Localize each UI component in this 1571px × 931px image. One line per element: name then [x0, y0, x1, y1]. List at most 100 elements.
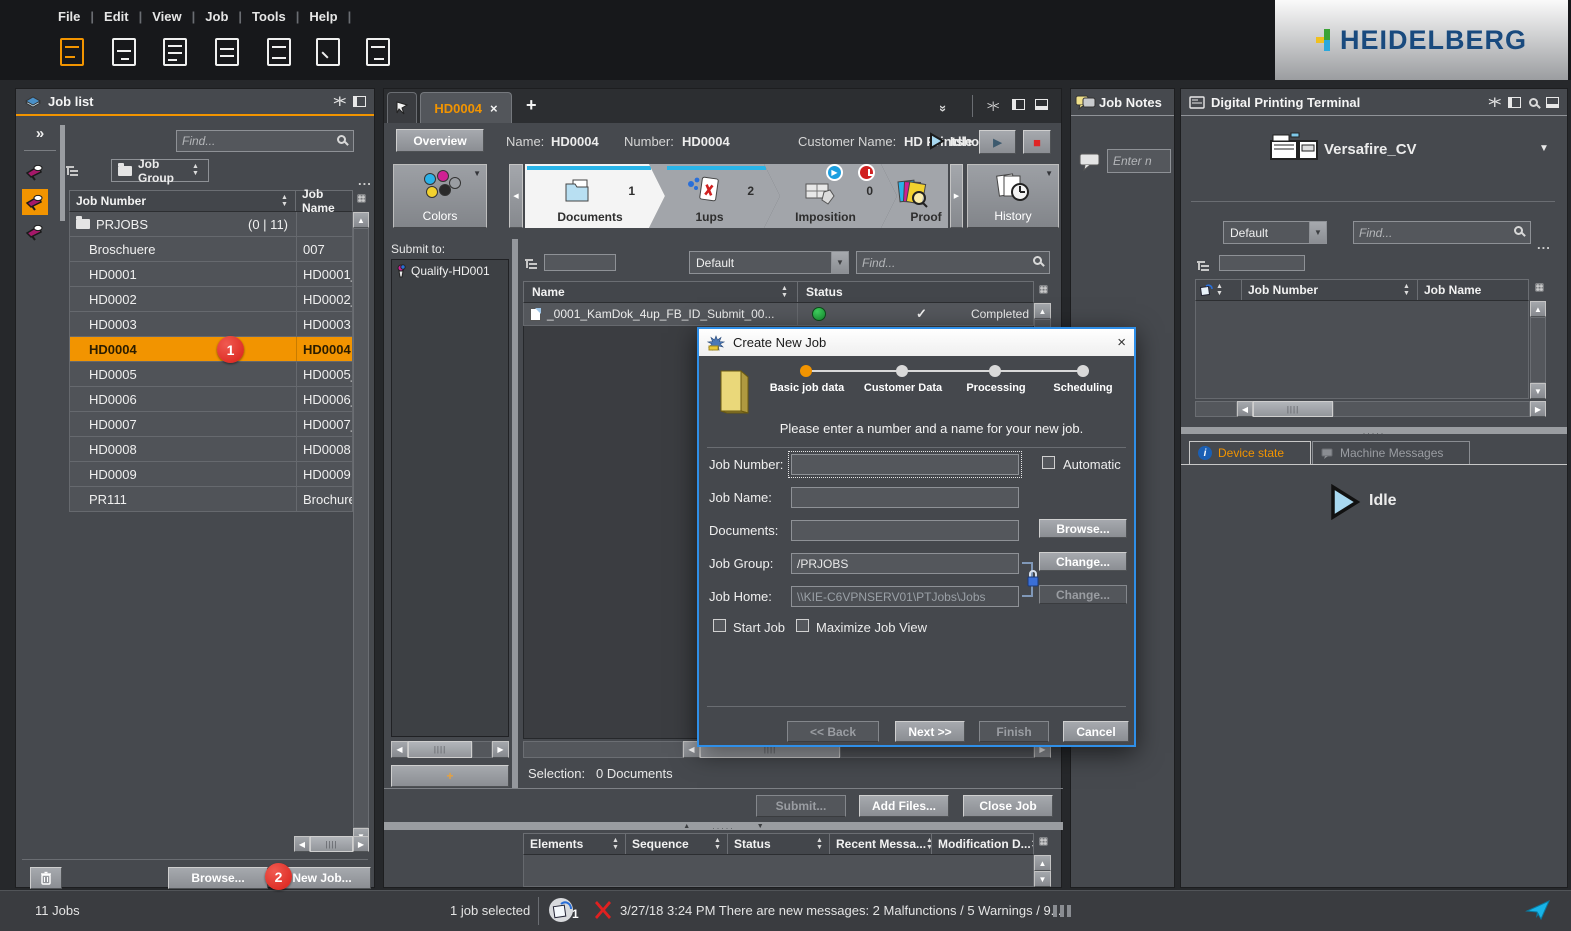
- scrollbar-track[interactable]: [1333, 401, 1530, 417]
- search-icon[interactable]: [1514, 226, 1523, 235]
- document-row[interactable]: _0001_KamDok_4up_FB_ID_Submit_00... Comp…: [523, 303, 1034, 326]
- maximize-job-view-checkbox[interactable]: [796, 619, 809, 632]
- scrollbar-track[interactable]: [523, 741, 683, 758]
- grip-dots[interactable]: [1053, 905, 1071, 917]
- scrollbar-thumb[interactable]: [310, 836, 353, 852]
- add-submit-target-button[interactable]: +: [391, 765, 509, 787]
- scroll-right-button[interactable]: [353, 836, 369, 852]
- expand-strip-icon[interactable]: »: [22, 125, 58, 142]
- scroll-down-button[interactable]: [1034, 871, 1051, 887]
- dialog-titlebar[interactable]: Create New Job ×: [699, 329, 1134, 356]
- stop-job-button[interactable]: ■: [1023, 130, 1051, 154]
- sort-icon[interactable]: [781, 286, 791, 299]
- menu-tools[interactable]: Tools: [242, 9, 296, 24]
- search-icon[interactable]: [337, 135, 346, 144]
- printer-status-icon[interactable]: [548, 897, 574, 926]
- print-tool-icon[interactable]: [112, 38, 136, 66]
- submit-button[interactable]: Submit...: [756, 795, 846, 817]
- column-status[interactable]: Status: [728, 834, 830, 854]
- change-job-home-button[interactable]: Change...: [1039, 585, 1127, 604]
- device-chevron-icon[interactable]: ▼: [1539, 143, 1549, 154]
- step-imposition[interactable]: ▶ 0 Imposition: [764, 164, 897, 228]
- group-by-selector[interactable]: Job Group: [111, 159, 209, 182]
- horizontal-splitter[interactable]: ▲ ..... ▼: [384, 822, 1063, 830]
- float-panel-icon[interactable]: [353, 96, 366, 107]
- tree-view-icon[interactable]: [525, 259, 539, 269]
- view-filter-dropdown[interactable]: Default: [689, 251, 849, 274]
- column-status[interactable]: Status: [798, 285, 1033, 299]
- sort-icon[interactable]: [281, 195, 291, 208]
- settings-tool-icon[interactable]: [163, 38, 187, 66]
- colors-button[interactable]: Colors: [393, 164, 487, 228]
- scrollbar-track[interactable]: [1195, 401, 1237, 417]
- sort-icon[interactable]: [1031, 838, 1033, 851]
- scroll-right-button[interactable]: [1530, 401, 1546, 417]
- scroll-up-button[interactable]: [353, 212, 369, 228]
- column-job-number[interactable]: Job Number: [70, 191, 296, 211]
- collapse-panel-icon[interactable]: [334, 96, 345, 107]
- validate-tool-icon[interactable]: [316, 38, 340, 66]
- next-button[interactable]: Next >>: [895, 721, 965, 742]
- history-button[interactable]: History: [967, 164, 1059, 228]
- tab-hd0004[interactable]: HD0004 ×: [420, 92, 512, 123]
- scroll-left-button[interactable]: [1237, 401, 1253, 417]
- scroll-up-button[interactable]: [1034, 303, 1051, 319]
- column-config-icon[interactable]: [1035, 836, 1052, 847]
- job-row[interactable]: HD0005HD0005_: [69, 362, 353, 387]
- sort-icon[interactable]: [1216, 284, 1226, 297]
- overview-button[interactable]: Overview: [396, 129, 484, 152]
- job-row[interactable]: HD0003HD0003: [69, 312, 353, 337]
- vertical-splitter[interactable]: [512, 239, 518, 789]
- link-tool-icon[interactable]: [366, 38, 390, 66]
- column-modification-date[interactable]: Modification D...: [932, 837, 1033, 851]
- scrollbar-thumb[interactable]: [1253, 401, 1333, 417]
- tab-device-state[interactable]: i Device state: [1189, 441, 1311, 464]
- add-files-button[interactable]: Add Files...: [859, 795, 949, 817]
- dpt-search-input[interactable]: [1353, 221, 1531, 244]
- step-1ups[interactable]: 2 1ups: [649, 164, 780, 228]
- dpt-splitter[interactable]: .....: [1181, 427, 1567, 434]
- overflow-dots[interactable]: [1537, 237, 1551, 252]
- import-tool-icon[interactable]: [267, 38, 291, 66]
- column-config-icon[interactable]: [353, 193, 370, 204]
- back-button[interactable]: << Back: [787, 721, 879, 742]
- start-job-button[interactable]: ▶: [979, 130, 1016, 154]
- job-row[interactable]: HD0009HD0009: [69, 462, 353, 487]
- scroll-right-button[interactable]: [492, 741, 509, 758]
- column-name[interactable]: Name: [524, 282, 798, 302]
- documents-search-input[interactable]: [856, 251, 1050, 274]
- layout-panel-icon[interactable]: [1035, 99, 1048, 110]
- collapse-panel-icon[interactable]: [1489, 97, 1500, 108]
- job-name-input[interactable]: [791, 487, 1019, 508]
- sort-icon[interactable]: [612, 838, 622, 851]
- layout-panel-icon[interactable]: [1546, 97, 1559, 108]
- steps-scroll-right[interactable]: ▶: [950, 164, 963, 228]
- job-row[interactable]: HD0006HD0006_: [69, 387, 353, 412]
- menu-view[interactable]: View: [142, 9, 191, 24]
- add-tab-icon[interactable]: +: [526, 95, 537, 116]
- status-message[interactable]: 3/27/18 3:24 PM There are new messages: …: [620, 903, 1062, 918]
- column-config-icon[interactable]: [1531, 282, 1548, 293]
- menu-file[interactable]: File: [48, 9, 90, 24]
- job-row[interactable]: Broschuere007: [69, 237, 353, 262]
- dpt-quick-filter-input[interactable]: [1219, 255, 1305, 271]
- job-row[interactable]: HD0007HD0007_: [69, 412, 353, 437]
- column-sequence[interactable]: Sequence: [626, 834, 728, 854]
- dialog-close-icon[interactable]: ×: [1117, 334, 1126, 351]
- search-icon[interactable]: [1033, 256, 1042, 265]
- column-elements[interactable]: Elements: [524, 834, 626, 854]
- overflow-dots[interactable]: [358, 173, 372, 188]
- float-panel-icon[interactable]: [1508, 97, 1521, 108]
- tree-view-icon[interactable]: [66, 166, 80, 176]
- scrollbar-track[interactable]: [1530, 317, 1546, 383]
- column-job-number[interactable]: Job Number: [1242, 280, 1418, 300]
- job-group-input[interactable]: [791, 553, 1019, 574]
- job-row[interactable]: PR111Brochure: [69, 487, 353, 512]
- sort-icon[interactable]: [1403, 284, 1413, 297]
- menu-help[interactable]: Help: [299, 9, 347, 24]
- column-recent-message[interactable]: Recent Messa...: [830, 834, 932, 854]
- new-job-tool-icon[interactable]: [60, 38, 84, 66]
- scroll-left-button[interactable]: [391, 741, 408, 758]
- job-row[interactable]: HD0008HD0008: [69, 437, 353, 462]
- lock-icon[interactable]: [1026, 569, 1040, 591]
